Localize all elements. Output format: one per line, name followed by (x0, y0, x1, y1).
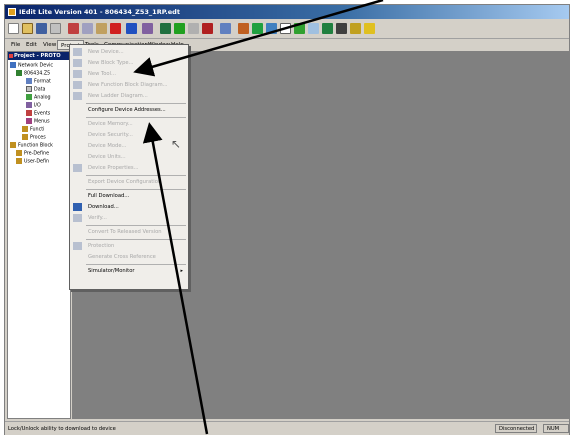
annotation-arrow-top (133, 0, 384, 77)
annotation-arrow-bottom (142, 122, 209, 435)
annotation-arrows (133, 0, 384, 435)
